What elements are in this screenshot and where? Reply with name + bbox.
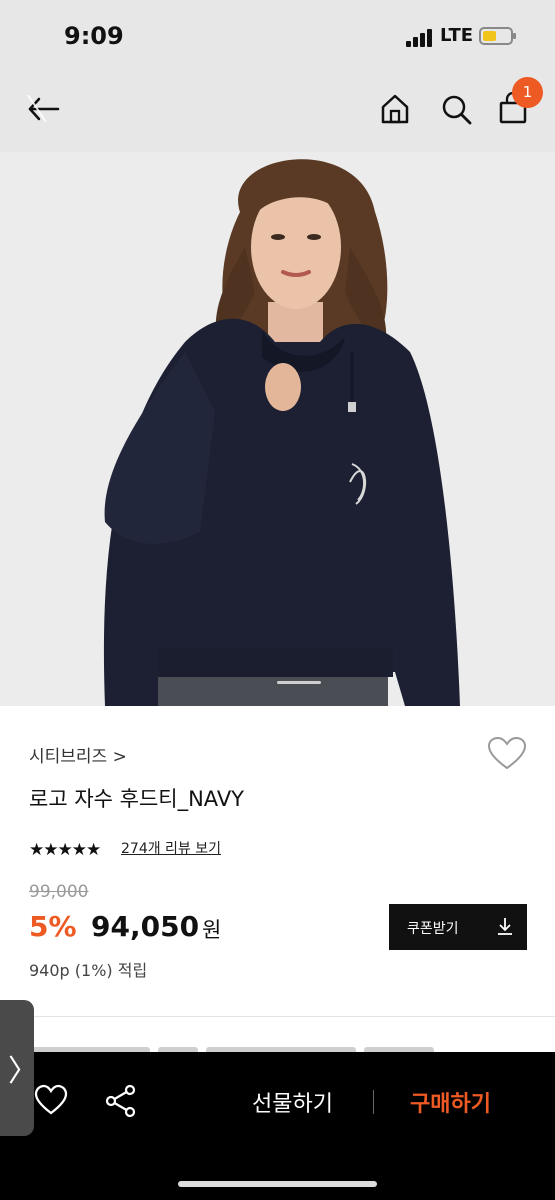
section-divider [0,1016,555,1017]
discount-rate: 5% [29,910,77,943]
image-page-indicator [277,681,321,684]
sale-price: 94,050 [91,910,200,943]
cart-count-badge: 1 [512,77,543,108]
gift-button[interactable]: 선물하기 [252,1086,333,1118]
home-icon[interactable] [378,92,412,126]
buy-button[interactable]: 구매하기 [410,1086,491,1118]
battery-icon [479,27,516,45]
status-bar: 9:09 LTE [0,0,555,70]
coupon-download-button[interactable]: 쿠폰받기 [389,904,527,950]
reward-points: 940p (1%) 적립 [29,961,148,980]
download-icon [498,918,512,935]
bottom-separator [373,1090,374,1114]
next-section-peek [30,1042,470,1052]
product-title: 로고 자수 후드티_NAVY [29,787,245,811]
bottom-action-bar [0,1052,555,1200]
bottom-heart-icon[interactable] [34,1084,68,1118]
rating-stars: ★★★★★ [29,840,101,860]
brand-link[interactable]: 시티브리즈 > [29,742,127,767]
search-icon[interactable] [439,92,473,126]
review-link[interactable]: 274개 리뷰 보기 [121,838,221,858]
product-photo-illustration [0,152,555,706]
product-photo[interactable] [0,152,555,706]
nav-bar [0,70,555,152]
original-price: 99,000 [29,882,89,902]
side-drawer-handle[interactable]: 〉 [0,1000,38,1136]
wishlist-heart-icon[interactable] [487,736,527,772]
coupon-button-label: 쿠폰받기 [407,920,459,936]
status-time: 9:09 [64,22,124,50]
back-arrow-icon[interactable] [26,92,60,126]
currency-label: 원 [202,918,222,942]
network-label: LTE [440,25,474,46]
signal-icon [406,29,436,47]
home-indicator [178,1181,377,1187]
share-icon[interactable] [104,1084,138,1118]
chevron-right-icon: 〉 [8,1054,38,1089]
